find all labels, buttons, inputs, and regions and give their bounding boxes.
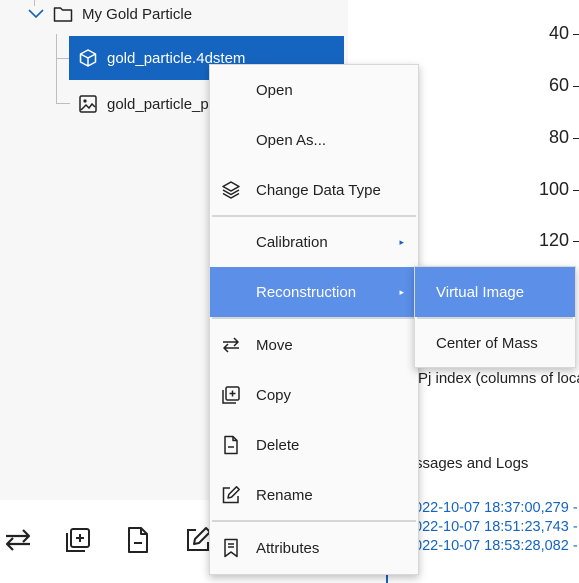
tick-label: 60 [548,75,569,95]
tick-label: 100 [538,179,569,199]
submenu-item-label: Center of Mass [436,334,538,352]
tree-item-label: gold_particle_pr [107,95,214,113]
menu-item-label: Move [256,336,293,354]
log-line[interactable]: 022-10-07 18:53:28,082 - [414,538,578,554]
menu-item-calibration[interactable]: Calibration ▸ [210,217,418,267]
delete-file-icon [221,435,241,455]
tree-connector [56,58,70,59]
tick-mark [573,34,579,35]
menu-item-label: Calibration [256,233,328,251]
move-button[interactable] [0,520,48,564]
tick-mark [573,86,579,87]
menu-divider [212,520,416,522]
submenu-arrow-icon: ▸ [399,236,404,247]
folder-icon [52,3,74,25]
image-icon [77,93,99,115]
tree-connector [56,34,57,104]
menu-item-change-data-type[interactable]: Change Data Type [210,165,418,215]
tick-label: 40 [548,23,569,43]
tick-label: 80 [548,127,569,147]
move-arrows-icon [221,335,241,355]
chevron-down-icon[interactable] [26,4,46,24]
menu-item-label: Open As... [256,131,327,149]
tick-mark [573,241,579,242]
menu-item-label: Rename [256,486,313,504]
copy-button[interactable] [48,520,108,564]
move-arrows-icon [3,527,33,558]
rename-pen-icon [221,485,241,505]
submenu-item-center-of-mass[interactable]: Center of Mass [415,318,575,368]
log-line[interactable]: 022-10-07 18:51:23,743 - [414,519,578,535]
menu-item-label: Reconstruction [256,283,357,301]
tree-item-label: My Gold Particle [82,5,193,23]
menu-item-label: Delete [256,436,300,454]
delete-button[interactable] [108,520,168,564]
tree-item-root-folder[interactable]: My Gold Particle [26,0,192,28]
menu-item-copy[interactable]: Copy [210,370,418,420]
menu-item-attributes[interactable]: Attributes [210,523,418,573]
tick-mark [573,138,579,139]
menu-divider [212,317,416,319]
menu-item-delete[interactable]: Delete [210,420,418,470]
reconstruction-submenu: Virtual Image Center of Mass [414,266,576,368]
copy-add-icon [221,385,241,405]
menu-item-label: Change Data Type [256,181,381,199]
tick-mark [573,190,579,191]
submenu-arrow-icon: ▸ [399,286,404,297]
menu-item-open[interactable]: Open [210,65,418,115]
tree-connector [56,103,70,104]
tree-toolbar [0,520,230,564]
log-line[interactable]: 022-10-07 18:37:00,279 - [414,500,578,516]
submenu-item-label: Virtual Image [436,283,525,301]
rename-pen-icon [184,526,212,559]
bookmark-icon [221,538,241,558]
cube-icon [77,47,99,69]
tick-label: 120 [538,230,569,250]
menu-item-open-as[interactable]: Open As... [210,115,418,165]
menu-item-label: Attributes [256,539,320,557]
layers-icon [221,180,241,200]
menu-item-rename[interactable]: Rename [210,470,418,520]
copy-add-icon [64,526,92,559]
axis-caption: Pj index (columns of loca [418,370,579,387]
submenu-item-virtual-image[interactable]: Virtual Image [415,267,575,317]
menu-item-label: Open [256,81,293,99]
menu-item-label: Copy [256,386,292,404]
context-menu: Open Open As... Change Data Type Calibra… [209,64,419,575]
delete-file-icon [126,526,150,559]
menu-item-reconstruction[interactable]: Reconstruction ▸ [210,267,418,317]
messages-panel-title: ssages and Logs [415,455,529,472]
menu-item-move[interactable]: Move [210,320,418,370]
tree-item-image-file[interactable]: gold_particle_pr [69,82,214,126]
